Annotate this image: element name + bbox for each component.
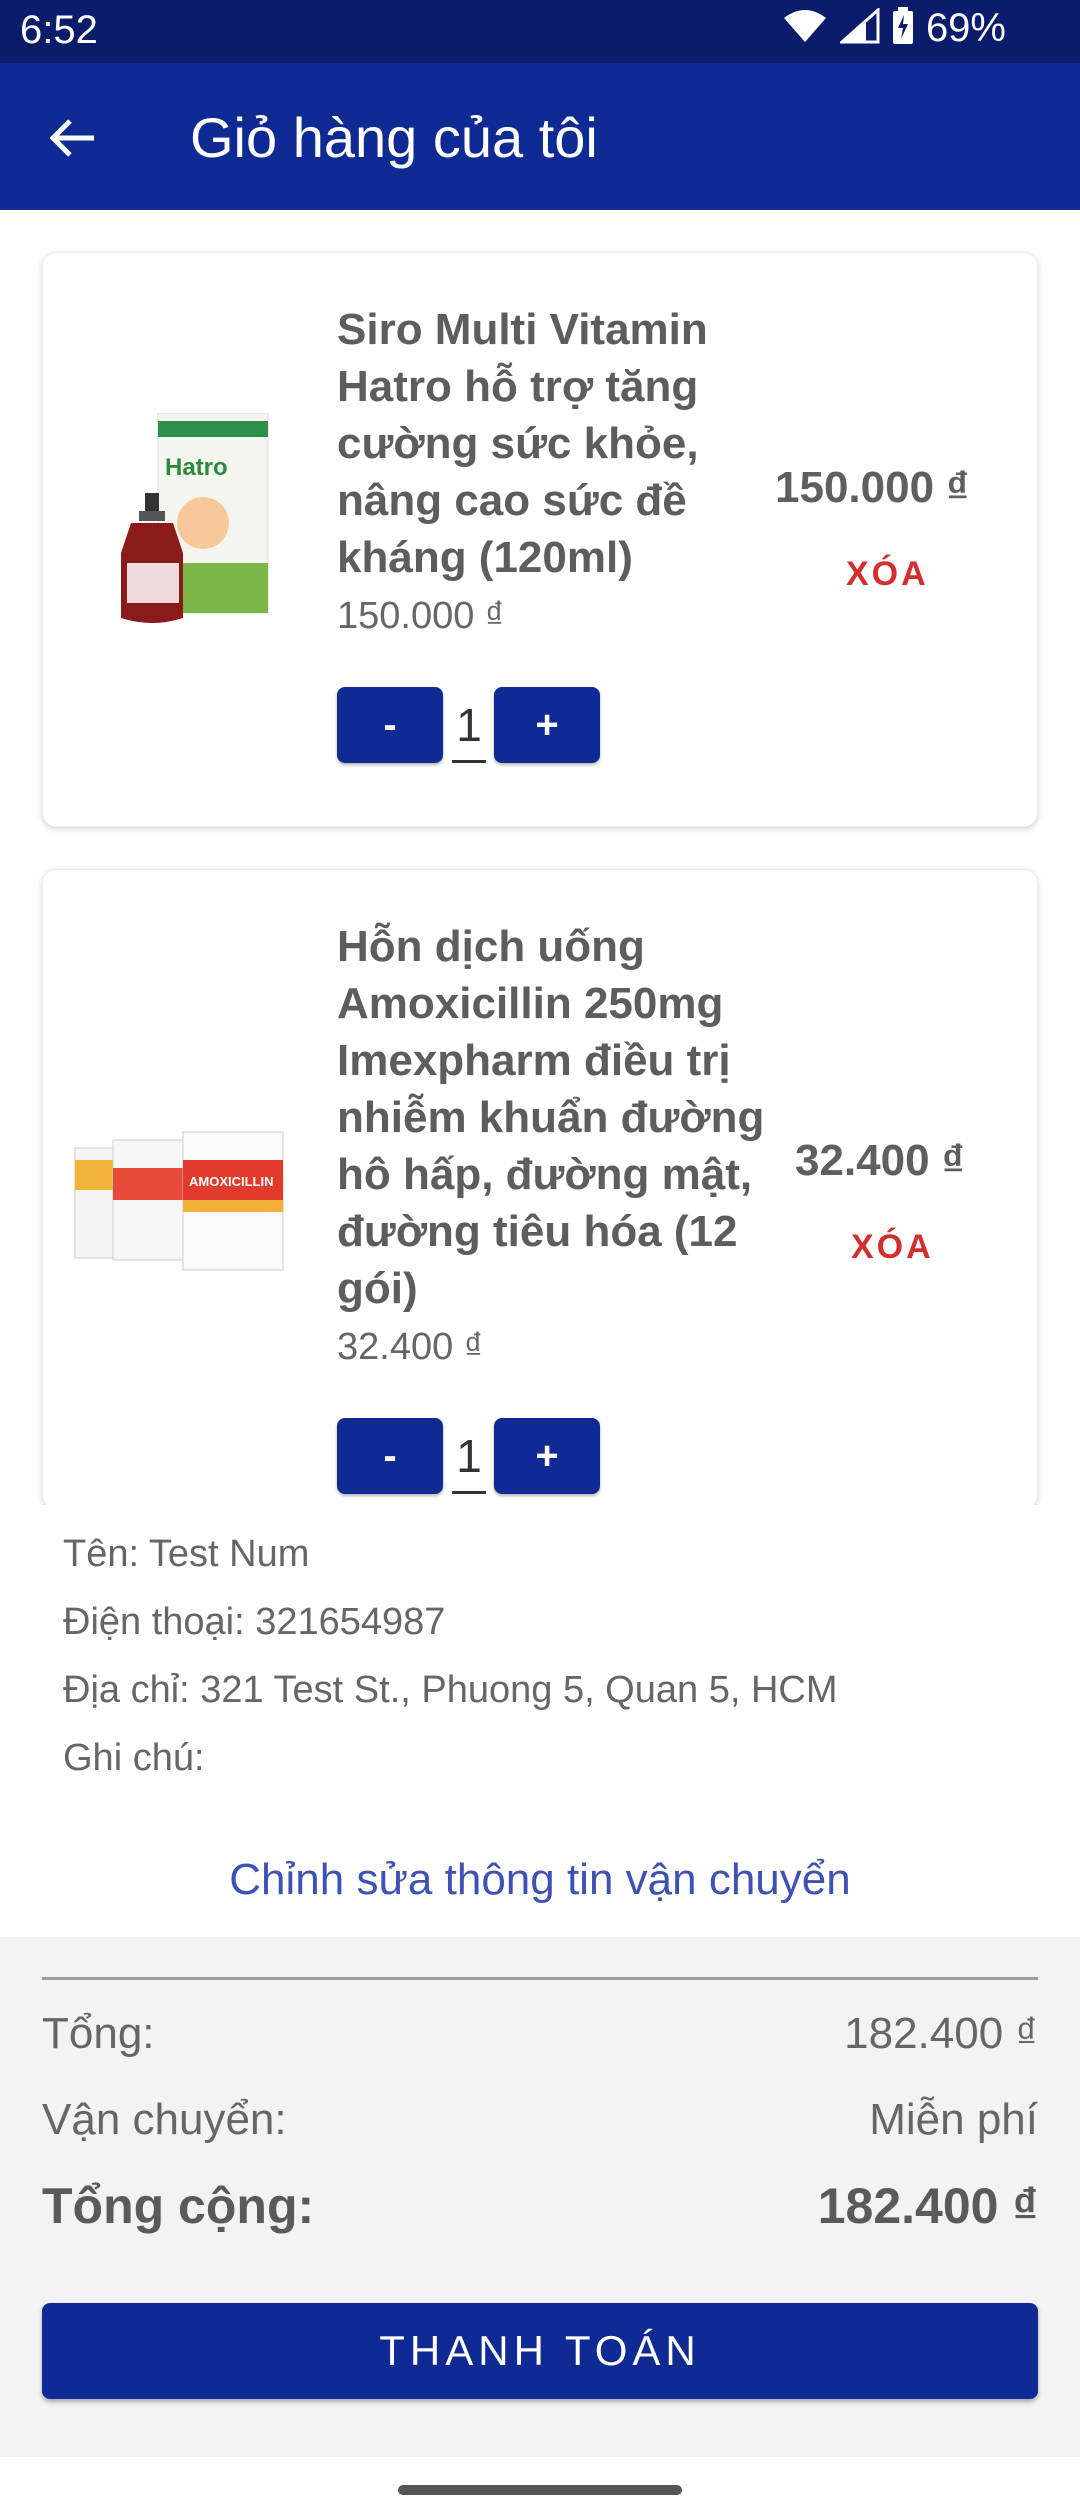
increase-quantity-button[interactable]: + xyxy=(494,687,600,763)
product-logo-text: Hatro xyxy=(165,454,228,481)
cart-item-card: Hatro Siro Multi Vitamin Hatro hỗ trợ tă… xyxy=(42,252,1038,827)
product-name[interactable]: Hỗn dịch uống Amoxicillin 250mg Imexphar… xyxy=(337,918,787,1317)
home-indicator[interactable] xyxy=(398,2485,682,2495)
status-bar: 6:52 69% xyxy=(0,0,1080,63)
unit-price: 150.000 ₫ xyxy=(337,595,505,637)
arrow-back-icon xyxy=(50,119,94,157)
decrease-quantity-button[interactable]: - xyxy=(337,687,443,763)
decrease-quantity-button[interactable]: - xyxy=(337,1418,443,1494)
checkout-button[interactable]: THANH TOÁN xyxy=(42,2303,1038,2399)
unit-price: 32.400 ₫ xyxy=(337,1326,484,1368)
divider xyxy=(42,1977,1038,1980)
quantity-value: 1 xyxy=(452,1418,486,1494)
increase-quantity-button[interactable]: + xyxy=(494,1418,600,1494)
recipient-name: Tên: Test Num xyxy=(63,1533,310,1575)
remove-button[interactable]: XÓA xyxy=(846,555,929,594)
shipping-label: Vận chuyển: xyxy=(42,2095,287,2144)
line-price: 32.400 ₫ xyxy=(795,1136,965,1185)
remove-button[interactable]: XÓA xyxy=(851,1228,934,1267)
signal-icon xyxy=(837,6,880,49)
back-button[interactable] xyxy=(38,103,108,173)
status-icons: 69% xyxy=(782,6,1006,51)
battery-icon xyxy=(892,7,914,50)
recipient-note: Ghi chú: xyxy=(63,1737,205,1779)
order-summary: Tổng: 182.400 ₫ Vận chuyển: Miễn phí Tổn… xyxy=(0,1937,1080,2457)
page-title: Giỏ hàng của tôi xyxy=(190,106,598,169)
recipient-address: Địa chỉ: 321 Test St., Phuong 5, Quan 5,… xyxy=(63,1669,838,1711)
subtotal-value: 182.400 ₫ xyxy=(844,2009,1038,2058)
status-time: 6:52 xyxy=(20,8,98,52)
recipient-phone: Điện thoại: 321654987 xyxy=(63,1601,446,1643)
quantity-value: 1 xyxy=(452,687,486,763)
product-image[interactable]: AMOXICILLIN xyxy=(73,1130,333,1280)
total-label: Tổng cộng: xyxy=(42,2178,315,2234)
cart-item-card: AMOXICILLIN Hỗn dịch uống Amoxicillin 25… xyxy=(42,869,1038,1509)
edit-shipping-link[interactable]: Chỉnh sửa thông tin vận chuyển xyxy=(0,1855,1080,1905)
total-value: 182.400 ₫ xyxy=(817,2178,1038,2234)
product-name[interactable]: Siro Multi Vitamin Hatro hỗ trợ tăng cườ… xyxy=(337,301,777,586)
system-nav-bar xyxy=(0,2457,1080,2520)
shipping-value: Miễn phí xyxy=(869,2095,1038,2144)
product-logo-text: AMOXICILLIN xyxy=(189,1174,274,1189)
subtotal-label: Tổng: xyxy=(42,2009,155,2058)
product-image[interactable]: Hatro xyxy=(73,412,333,633)
line-price: 150.000 ₫ xyxy=(775,463,969,512)
wifi-icon xyxy=(782,8,828,49)
app-bar: Giỏ hàng của tôi xyxy=(0,63,1080,210)
battery-percent: 69% xyxy=(925,6,1006,50)
